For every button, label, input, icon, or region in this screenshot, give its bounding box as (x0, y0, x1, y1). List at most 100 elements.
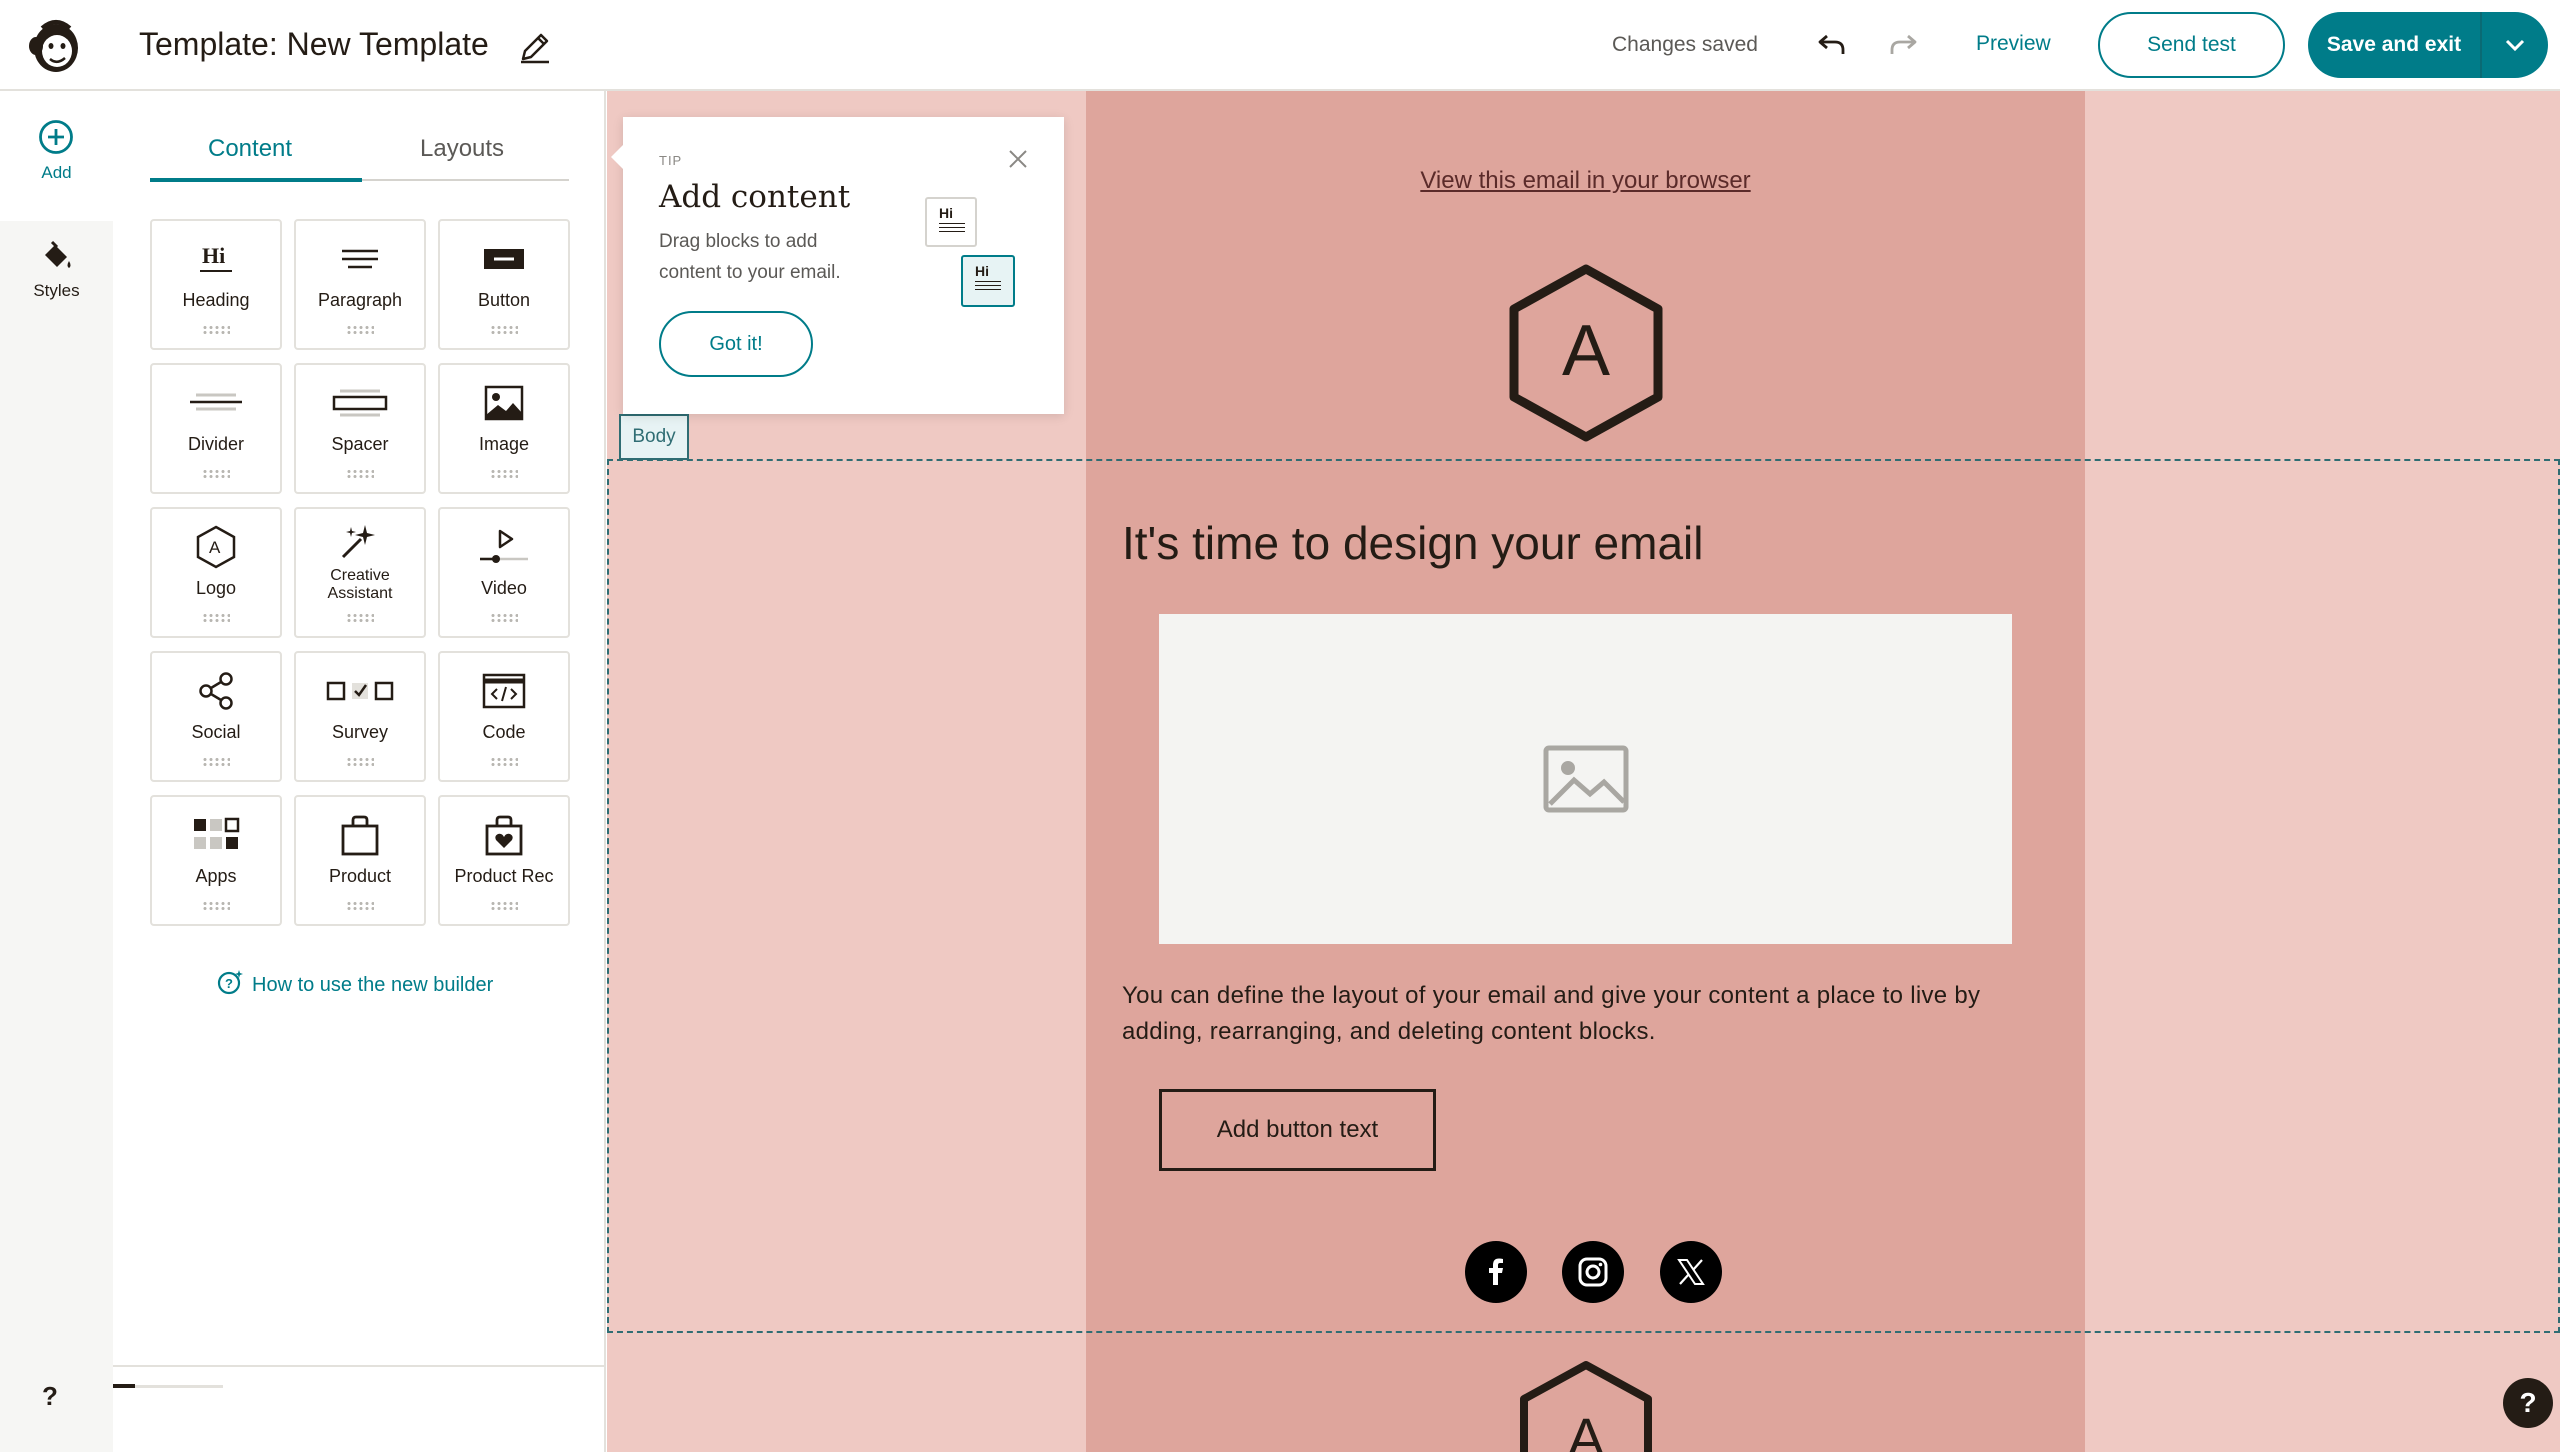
block-apps[interactable]: Apps (150, 795, 282, 926)
drag-handle-icon[interactable] (202, 325, 230, 335)
block-label: Divider (187, 434, 244, 454)
footer-logo[interactable]: A (1516, 1359, 1656, 1452)
rail-styles-button[interactable]: Styles (0, 221, 113, 321)
block-label: Code (482, 722, 526, 742)
tip-card-lines (975, 281, 1001, 293)
mailchimp-logo-icon[interactable] (26, 16, 86, 76)
svg-text:?: ? (225, 976, 233, 991)
help-button[interactable]: ? (42, 1381, 58, 1412)
block-label: Heading (182, 290, 250, 310)
body-section-outline[interactable] (607, 459, 2560, 1333)
tip-text: Drag blocks to add content to your email… (659, 231, 841, 283)
sparkle-help-icon: ? (216, 968, 244, 1002)
got-it-button[interactable]: Got it! (659, 311, 813, 377)
drag-handle-icon[interactable] (202, 469, 230, 479)
block-spacer[interactable]: Spacer (294, 363, 426, 494)
block-product[interactable]: Product (294, 795, 426, 926)
how-to-builder-label[interactable]: How to use the new builder (252, 974, 493, 997)
tip-illustration-card: Hi (925, 197, 977, 247)
drag-handle-icon[interactable] (346, 613, 374, 623)
save-and-exit-label[interactable]: Save and exit (2308, 33, 2480, 57)
panel-divider (113, 1365, 606, 1367)
panel-scrollbar[interactable] (113, 1384, 223, 1388)
send-test-button[interactable]: Send test (2098, 12, 2285, 78)
how-to-builder-link[interactable]: ? How to use the new builder (216, 968, 493, 1002)
template-title: Template: New Template (139, 26, 489, 62)
view-in-browser-link[interactable]: View this email in your browser (1086, 167, 2085, 195)
block-product-rec[interactable]: Product Rec (438, 795, 570, 926)
block-label: Product (328, 866, 392, 886)
save-and-exit-button[interactable]: Save and exit (2308, 12, 2548, 78)
content-panel: Content Layouts Hi Heading Paragraph But… (113, 91, 606, 1452)
drag-handle-icon[interactable] (490, 325, 518, 335)
rail-add-label: Add (41, 163, 72, 182)
drag-handle-icon[interactable] (202, 757, 230, 767)
top-bar: Template: New Template Changes saved Pre… (0, 0, 2560, 91)
left-rail: Add Styles ? (0, 91, 113, 1452)
block-label: Spacer (331, 434, 389, 454)
block-divider[interactable]: Divider (150, 363, 282, 494)
product-rec-icon (440, 813, 568, 857)
paint-bucket-icon (40, 239, 74, 278)
block-paragraph[interactable]: Paragraph (294, 219, 426, 350)
drag-handle-icon[interactable] (490, 901, 518, 911)
paragraph-icon (296, 237, 424, 281)
tip-card-text: Hi (939, 205, 953, 221)
logo-icon: A (152, 525, 280, 569)
video-icon (440, 525, 568, 569)
edit-pencil-icon[interactable] (517, 29, 553, 65)
tip-popover: TIP Add content Drag blocks to add conte… (611, 117, 1064, 414)
block-button[interactable]: Button (438, 219, 570, 350)
rail-add-button[interactable]: Add (0, 91, 113, 221)
block-label: Survey (331, 722, 389, 742)
block-logo[interactable]: A Logo (150, 507, 282, 638)
button-icon (440, 237, 568, 281)
drag-handle-icon[interactable] (490, 613, 518, 623)
rail-styles-label: Styles (33, 281, 80, 300)
block-label: Image (478, 434, 530, 454)
drag-handle-icon[interactable] (346, 469, 374, 479)
preview-button[interactable]: Preview (1976, 32, 2051, 56)
apps-icon (152, 813, 280, 857)
drag-handle-icon[interactable] (202, 901, 230, 911)
block-survey[interactable]: Survey (294, 651, 426, 782)
block-label: Apps (195, 866, 237, 886)
body-section-tag[interactable]: Body (619, 414, 689, 460)
drag-handle-icon[interactable] (346, 325, 374, 335)
redo-icon[interactable] (1886, 28, 1920, 62)
drag-handle-icon[interactable] (490, 757, 518, 767)
block-label: Social (191, 722, 241, 742)
add-circle-icon (38, 119, 74, 160)
tip-card-text: Hi (975, 263, 989, 279)
block-video[interactable]: Video (438, 507, 570, 638)
block-code[interactable]: Code (438, 651, 570, 782)
undo-icon[interactable] (1815, 28, 1849, 62)
block-creative-assistant[interactable]: Creative Assistant (294, 507, 426, 638)
image-icon (440, 381, 568, 425)
logo-letter: A (1562, 311, 1610, 391)
chevron-down-icon[interactable] (2482, 12, 2548, 78)
close-icon[interactable] (1006, 147, 1030, 171)
block-label: Product Rec (454, 866, 554, 886)
tab-layouts[interactable]: Layouts (420, 135, 504, 163)
drag-handle-icon[interactable] (346, 901, 374, 911)
tip-arrow (611, 145, 623, 169)
tab-content[interactable]: Content (208, 135, 292, 163)
drag-handle-icon[interactable] (346, 757, 374, 767)
product-bag-icon (296, 813, 424, 857)
block-heading[interactable]: Hi Heading (150, 219, 282, 350)
block-image[interactable]: Image (438, 363, 570, 494)
email-logo[interactable]: A (1504, 263, 1668, 443)
code-icon (440, 669, 568, 713)
drag-handle-icon[interactable] (202, 613, 230, 623)
tip-illustration-card-dragged: Hi (961, 255, 1015, 307)
block-social[interactable]: Social (150, 651, 282, 782)
divider-icon (152, 381, 280, 425)
block-label: Paragraph (317, 290, 403, 310)
active-tab-indicator (150, 178, 362, 182)
heading-icon: Hi (152, 237, 280, 281)
help-bubble-button[interactable]: ? (2503, 1378, 2553, 1428)
block-label: Creative Assistant (327, 567, 393, 602)
drag-handle-icon[interactable] (490, 469, 518, 479)
tip-title: Add content (659, 179, 851, 215)
